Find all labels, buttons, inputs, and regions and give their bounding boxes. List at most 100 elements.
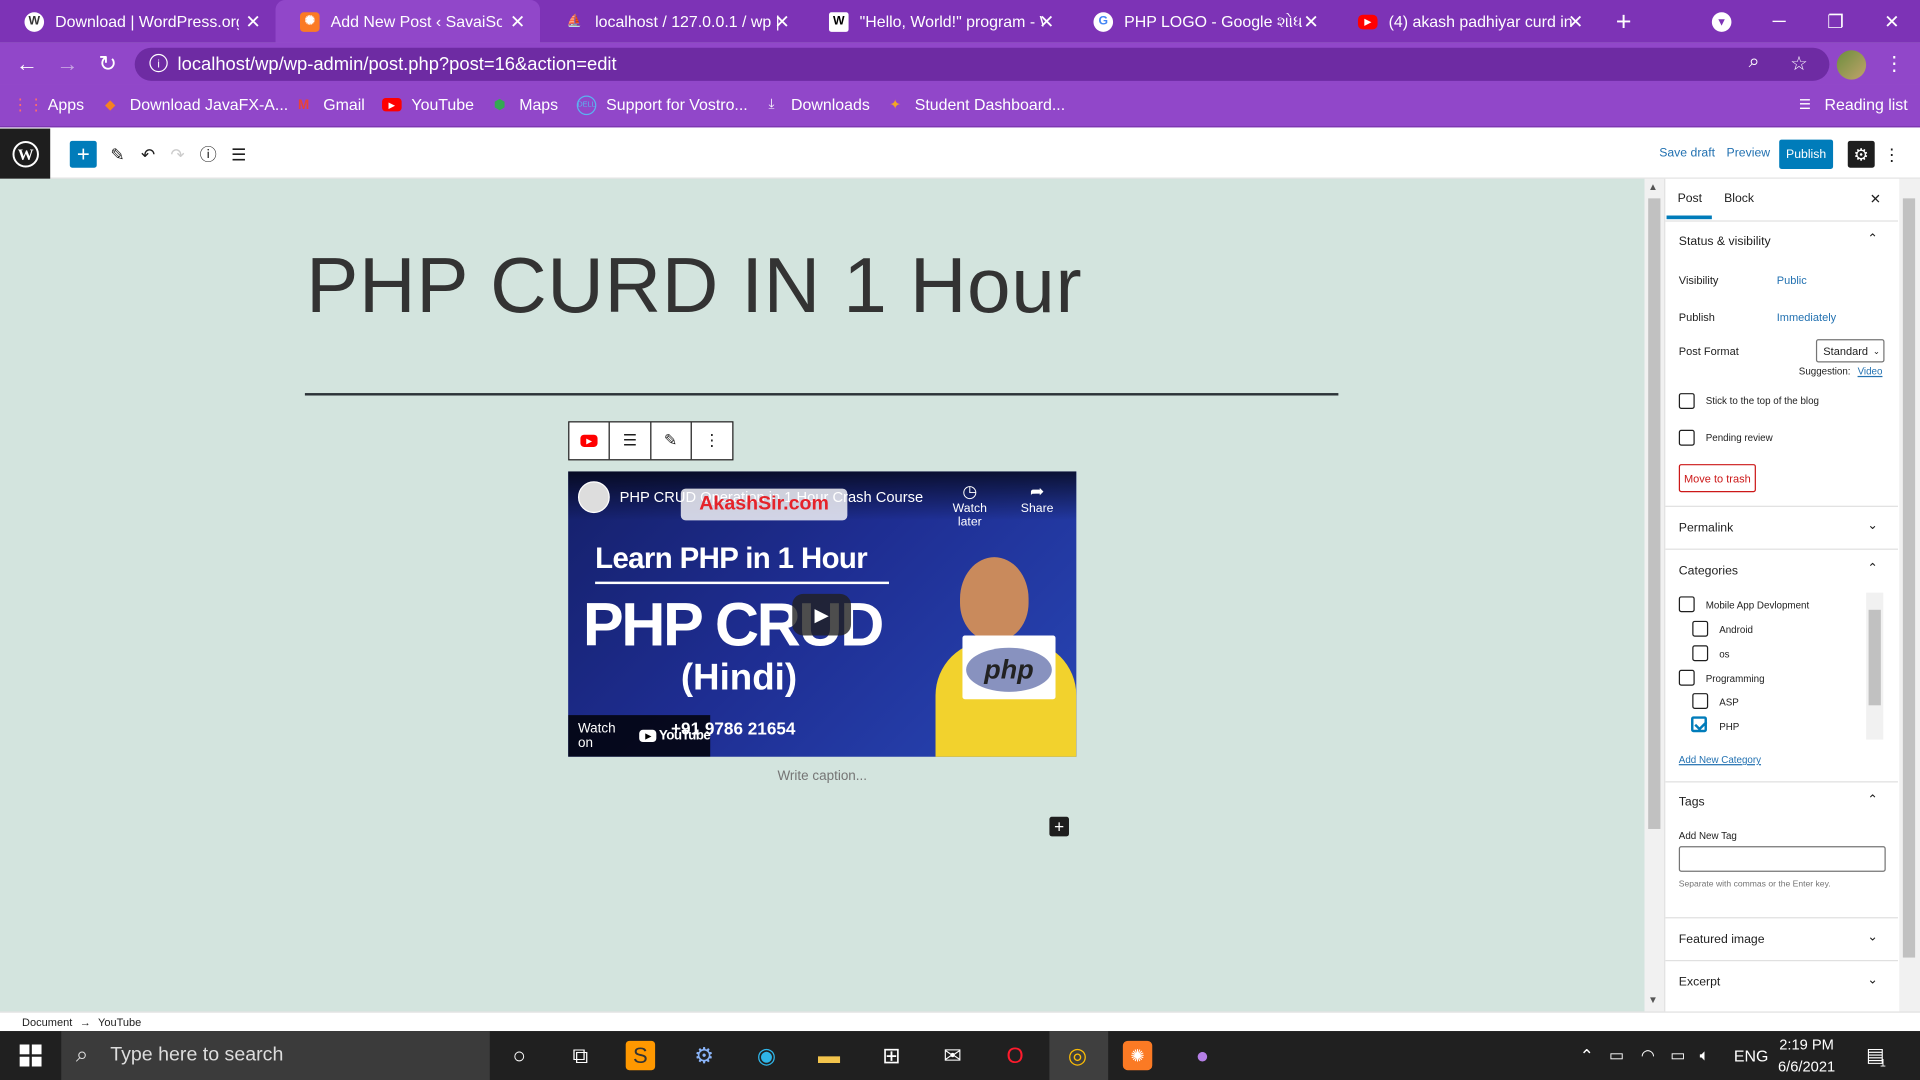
bookmark-dell-support[interactable]: DELL Support for Vostro... [576, 84, 748, 124]
details-info-icon[interactable]: ⓘ [195, 141, 222, 168]
bookmark-student-dashboard[interactable]: ✦ Student Dashboard... [885, 84, 1065, 124]
tags-heading[interactable]: Tags [1679, 796, 1705, 809]
device-icon[interactable]: ▭ [1609, 1031, 1624, 1080]
category-checkbox[interactable] [1692, 620, 1709, 637]
featured-image-heading[interactable]: Featured image [1679, 933, 1765, 946]
block-type-youtube-button[interactable]: ▶ [569, 422, 611, 460]
edge-icon[interactable]: ◉ [749, 1038, 783, 1072]
tab-search-icon[interactable]: ▼ [1693, 0, 1749, 43]
visibility-toggle[interactable]: Public [1777, 274, 1807, 286]
add-new-category-link[interactable]: Add New Category [1679, 754, 1761, 765]
tab-google-search[interactable]: G PHP LOGO - Google શોધ ✕ [1069, 0, 1333, 43]
status-visibility-heading[interactable]: Status & visibility [1679, 235, 1771, 248]
tab-youtube[interactable]: ▶ (4) akash padhiyar curd in p ✕ [1333, 0, 1597, 43]
canvas-scrollbar-thumb[interactable] [1648, 198, 1661, 829]
language-indicator[interactable]: ENG [1734, 1031, 1768, 1080]
list-view-icon[interactable]: ☰ [225, 141, 252, 168]
sidebar-scrollbar-thumb[interactable] [1902, 198, 1916, 958]
microsoft-store-icon[interactable]: ⊞ [874, 1038, 908, 1072]
publish-date-toggle[interactable]: Immediately [1777, 311, 1836, 323]
separator-block[interactable] [304, 393, 1339, 396]
chevron-down-icon[interactable]: ⌄ [1867, 519, 1877, 532]
preview-button[interactable]: Preview [1727, 147, 1771, 160]
opera-icon[interactable]: O [998, 1038, 1032, 1072]
post-format-select[interactable]: Standard ⌄ [1815, 339, 1885, 363]
chevron-up-icon[interactable]: ⌃ [1867, 233, 1877, 246]
xampp-icon[interactable]: ✺ [1122, 1040, 1153, 1071]
category-checkbox[interactable] [1692, 693, 1709, 709]
chrome-icon[interactable]: ◎ [1060, 1038, 1094, 1072]
categories-scrollbar-thumb[interactable] [1868, 609, 1881, 706]
reading-list-button[interactable]: ☰ Reading list [1795, 84, 1908, 124]
save-draft-button[interactable]: Save draft [1659, 147, 1715, 160]
edit-tools-icon[interactable]: ✎ [104, 141, 131, 168]
tab-post[interactable]: Post [1678, 192, 1703, 205]
reload-icon[interactable]: ↻ [89, 43, 126, 85]
bookmark-star-icon[interactable]: ☆ [1790, 51, 1808, 75]
chevron-down-icon[interactable]: ⌄ [1867, 931, 1877, 944]
add-block-button[interactable]: + [69, 140, 97, 168]
file-explorer-icon[interactable]: ▬ [812, 1038, 846, 1072]
notifications-icon[interactable]: ▤ 1 [1866, 1031, 1886, 1080]
stick-top-checkbox[interactable] [1678, 393, 1695, 409]
play-button[interactable]: ▶ [792, 593, 852, 636]
permalink-heading[interactable]: Permalink [1679, 522, 1733, 535]
suggestion-video-link[interactable]: Video [1858, 366, 1883, 377]
show-hidden-icons[interactable]: ⌃ [1580, 1031, 1594, 1080]
battery-icon[interactable]: ▭ [1670, 1031, 1685, 1080]
tab-wordpress-download[interactable]: W Download | WordPress.org ✕ [0, 0, 276, 43]
share-button[interactable]: ➦ Share [1015, 481, 1059, 515]
menu-icon[interactable]: ⋮ [1876, 43, 1913, 85]
chevron-up-icon[interactable]: ⌃ [1867, 793, 1877, 806]
mail-icon[interactable]: ✉ [936, 1038, 970, 1072]
youtube-embed[interactable]: PHP CRUD Operation in 1 Hour Crash Cours… [568, 471, 1077, 757]
watch-later-button[interactable]: ◷ Watch later [939, 481, 1000, 529]
close-icon[interactable]: ✕ [245, 10, 260, 33]
scroll-down-icon[interactable]: ▼ [1648, 994, 1658, 1005]
settings-gear-icon[interactable]: ⚙ [1847, 140, 1875, 168]
category-checkbox[interactable] [1678, 596, 1695, 613]
close-icon[interactable]: ✕ [1303, 10, 1318, 33]
github-desktop-icon[interactable]: ● [1185, 1038, 1219, 1072]
undo-icon[interactable]: ↶ [135, 141, 162, 168]
redo-icon[interactable]: ↷ [164, 141, 191, 168]
close-icon[interactable]: ✕ [774, 10, 789, 33]
excerpt-heading[interactable]: Excerpt [1679, 976, 1721, 989]
maximize-button[interactable]: ❐ [1807, 0, 1863, 43]
forward-icon[interactable]: → [49, 43, 86, 85]
chevron-up-icon[interactable]: ⌃ [1867, 562, 1877, 575]
close-icon[interactable]: ✕ [1039, 10, 1054, 33]
bookmark-maps[interactable]: ⬢ Maps [490, 84, 558, 124]
caption-input[interactable]: Write caption... [568, 769, 1076, 784]
category-checkbox[interactable] [1692, 645, 1709, 662]
bookmark-downloads[interactable]: ⤓ Downloads [762, 84, 869, 124]
category-checkbox-checked[interactable] [1691, 716, 1707, 733]
post-title[interactable]: PHP CURD IN 1 Hour [306, 240, 1082, 331]
breadcrumb-youtube[interactable]: YouTube [98, 1016, 141, 1028]
sublime-text-icon[interactable]: S [625, 1040, 656, 1071]
close-icon[interactable]: ✕ [510, 10, 525, 33]
breadcrumb-document[interactable]: Document [22, 1016, 72, 1028]
move-to-trash-button[interactable]: Move to trash [1678, 464, 1756, 493]
category-checkbox[interactable] [1678, 669, 1695, 686]
windows-start-icon[interactable] [13, 1038, 47, 1072]
categories-heading[interactable]: Categories [1679, 564, 1738, 577]
settings-icon[interactable]: ⚙ [687, 1038, 721, 1072]
taskbar-search-box[interactable]: ⌕ Type here to search [61, 1031, 490, 1080]
new-tab-button[interactable]: + [1596, 0, 1652, 43]
publish-button[interactable]: Publish [1779, 139, 1834, 169]
tab-add-new-post[interactable]: ✺ Add New Post ‹ SavaiSolank ✕ [275, 0, 541, 43]
tab-phpmyadmin[interactable]: ⛵ localhost / 127.0.0.1 / wp | p ✕ [540, 0, 804, 43]
close-window-button[interactable]: ✕ [1864, 0, 1920, 43]
wordpress-logo[interactable]: W [0, 128, 51, 179]
cortana-icon[interactable]: ○ [502, 1038, 536, 1072]
tab-block[interactable]: Block [1724, 192, 1754, 205]
bookmark-gmail[interactable]: M Gmail [294, 84, 365, 124]
bookmark-youtube[interactable]: ▶ YouTube [382, 84, 474, 124]
inserter-plus-button[interactable]: + [1049, 816, 1069, 837]
close-sidebar-icon[interactable]: ✕ [1870, 191, 1881, 207]
close-icon[interactable]: ✕ [1568, 10, 1583, 33]
chevron-down-icon[interactable]: ⌄ [1867, 973, 1877, 986]
pending-review-checkbox[interactable] [1678, 429, 1695, 446]
zoom-icon[interactable]: ⌕ [1749, 51, 1760, 73]
